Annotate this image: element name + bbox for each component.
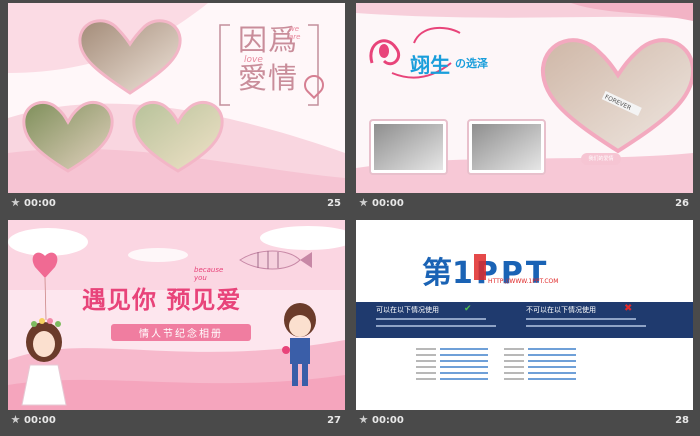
slide-canvas: 第1PPT HTTP://WWW.1PPT.COM 可以在以下情况使用 ✔ 不可… — [356, 220, 693, 410]
slide-number: 28 — [675, 415, 689, 426]
slide-duration: 00:00 — [24, 198, 56, 209]
slide-thumbnail-25[interactable]: 因爲愛情 love we are 00:00 25 — [8, 3, 345, 215]
logo-rest: 1PPT — [452, 256, 550, 291]
link-list — [416, 348, 576, 380]
slide-canvas: 因爲愛情 love we are — [8, 3, 345, 193]
logo-char: 第 — [422, 256, 452, 291]
heart-caption: 我们的爱情 — [581, 153, 621, 165]
subtitle: 情人节纪念相册 — [139, 329, 223, 340]
slide-number: 27 — [327, 415, 341, 426]
slide-footer: 00:00 26 — [356, 195, 693, 215]
star-icon — [359, 415, 368, 424]
love-text: love — [244, 55, 263, 65]
slide-27-artwork — [8, 220, 345, 410]
star-icon — [359, 198, 368, 207]
cannot-use-heading: 不可以在以下情况使用 — [526, 306, 596, 314]
usage-panel: 可以在以下情况使用 ✔ 不可以在以下情况使用 ✖ — [356, 302, 693, 338]
slide-26-artwork: FOREVER — [356, 3, 693, 193]
slide-canvas: FOREVER 翊生 の选泽 我们的爱情 — [356, 3, 693, 193]
slide-duration: 00:00 — [372, 198, 404, 209]
slide-thumbnail-26[interactable]: FOREVER 翊生 の选泽 我们的爱情 00:00 26 — [356, 3, 693, 215]
logo-one-accent — [474, 254, 486, 280]
slide-thumbnail-28[interactable]: 第1PPT HTTP://WWW.1PPT.COM 可以在以下情况使用 ✔ 不可… — [356, 220, 693, 432]
star-icon — [11, 415, 20, 424]
slide-thumbnail-27[interactable]: 遇见你 预见爱 because you 情人节纪念相册 00:00 27 — [8, 220, 345, 432]
title-main: 遇见你 预见爱 — [82, 286, 242, 314]
slide-footer: 00:00 27 — [8, 412, 345, 432]
slide-canvas: 遇见你 预见爱 because you 情人节纪念相册 — [8, 220, 345, 410]
logo-url: HTTP://WWW.1PPT.COM — [488, 278, 559, 285]
slide-footer: 00:00 28 — [356, 412, 693, 432]
slide-duration: 00:00 — [372, 415, 404, 426]
title-main: 翊生 — [410, 53, 450, 77]
title-sub: の选泽 — [455, 57, 488, 70]
slide-number: 25 — [327, 198, 341, 209]
cross-icon: ✖ — [624, 303, 633, 314]
slide-number: 26 — [675, 198, 689, 209]
slide-duration: 00:00 — [24, 415, 56, 426]
because-you-text: because you — [194, 266, 224, 282]
we-are-text: we are — [289, 25, 301, 41]
star-icon — [11, 198, 20, 207]
slide-footer: 00:00 25 — [8, 195, 345, 215]
can-use-heading: 可以在以下情况使用 — [376, 306, 439, 314]
check-icon: ✔ — [464, 304, 472, 314]
